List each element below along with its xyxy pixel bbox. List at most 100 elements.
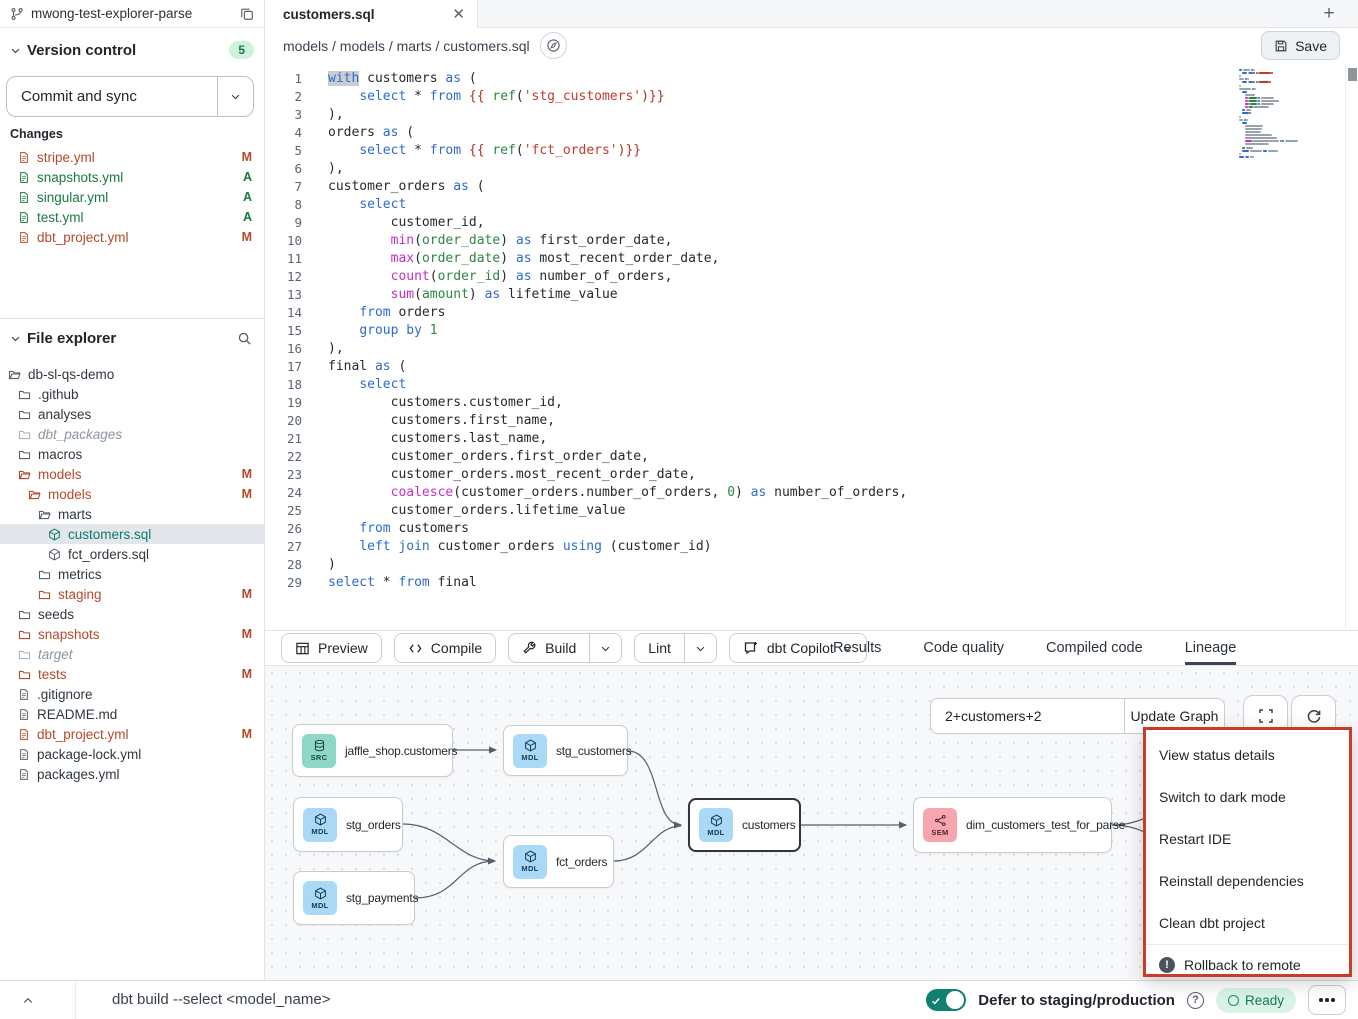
code-line-10[interactable]: 10 min(order_date) as first_order_date,: [265, 232, 907, 250]
tree-item-db-sl-qs-demo[interactable]: db-sl-qs-demo: [0, 364, 264, 384]
code-line-8[interactable]: 8 select: [265, 196, 907, 214]
scrollbar-thumb[interactable]: [1348, 68, 1357, 81]
graph-search-input[interactable]: 2+customers+2: [931, 699, 1124, 733]
commit-options-chevron[interactable]: [217, 77, 253, 116]
tree-item-packages.yml[interactable]: packages.yml: [0, 764, 264, 784]
code-line-6[interactable]: 6),: [265, 160, 907, 178]
code-line-2[interactable]: 2 select * from {{ ref('stg_customers')}…: [265, 88, 907, 106]
commit-and-sync-button[interactable]: Commit and sync: [6, 76, 254, 117]
code-line-11[interactable]: 11 max(order_date) as most_recent_order_…: [265, 250, 907, 268]
code-line-19[interactable]: 19 customers.customer_id,: [265, 394, 907, 412]
changed-file-stripe.yml[interactable]: stripe.ymlM: [0, 147, 264, 167]
compile-button[interactable]: Compile: [394, 633, 496, 663]
code-line-28[interactable]: 28): [265, 556, 907, 574]
tree-item-.gitignore[interactable]: .gitignore: [0, 684, 264, 704]
lineage-node-fct_orders[interactable]: MDLfct_orders: [503, 835, 614, 888]
copy-icon[interactable]: [240, 7, 254, 21]
code-line-22[interactable]: 22 customer_orders.first_order_date,: [265, 448, 907, 466]
tree-item-target[interactable]: target: [0, 644, 264, 664]
tab-customers-sql[interactable]: customers.sql ✕: [265, 0, 478, 28]
tree-item-dbt_project.yml[interactable]: dbt_project.ymlM: [0, 724, 264, 744]
defer-toggle[interactable]: [926, 989, 966, 1011]
status-badge[interactable]: Ready: [1216, 988, 1296, 1013]
tree-item-README.md[interactable]: README.md: [0, 704, 264, 724]
code-line-13[interactable]: 13 sum(amount) as lifetime_value: [265, 286, 907, 304]
code-line-15[interactable]: 15 group by 1: [265, 322, 907, 340]
tree-item-dbt_packages[interactable]: dbt_packages: [0, 424, 264, 444]
code-line-25[interactable]: 25 customer_orders.lifetime_value: [265, 502, 907, 520]
code-line-27[interactable]: 27 left join customer_orders using (cust…: [265, 538, 907, 556]
tree-item-package-lock.yml[interactable]: package-lock.yml: [0, 744, 264, 764]
tree-item-customers.sql[interactable]: customers.sql: [0, 524, 264, 544]
close-icon[interactable]: ✕: [452, 7, 465, 22]
code-line-24[interactable]: 24 coalesce(customer_orders.number_of_or…: [265, 484, 907, 502]
dropdown-chevron[interactable]: [684, 634, 716, 662]
code-line-29[interactable]: 29select * from final: [265, 574, 907, 592]
tab-code-quality[interactable]: Code quality: [923, 631, 1004, 665]
lineage-node-dim_customers_test_for_parse[interactable]: SEMdim_customers_test_for_parse: [913, 797, 1112, 853]
tree-item-fct_orders.sql[interactable]: fct_orders.sql: [0, 544, 264, 564]
file-explorer-header[interactable]: File explorer: [0, 326, 264, 350]
editor-scrollbar[interactable]: [1345, 63, 1358, 630]
tree-item-macros[interactable]: macros: [0, 444, 264, 464]
menu-item-clean-dbt-project[interactable]: Clean dbt project: [1146, 902, 1349, 944]
preview-button[interactable]: Preview: [281, 633, 382, 663]
code-line-18[interactable]: 18 select: [265, 376, 907, 394]
tree-item-marts[interactable]: marts: [0, 504, 264, 524]
changed-file-snapshots.yml[interactable]: snapshots.ymlA: [0, 167, 264, 187]
tree-item-snapshots[interactable]: snapshotsM: [0, 624, 264, 644]
tree-item-metrics[interactable]: metrics: [0, 564, 264, 584]
tree-item-analyses[interactable]: analyses: [0, 404, 264, 424]
build-button[interactable]: Build: [508, 633, 622, 663]
tree-item-models[interactable]: modelsM: [0, 484, 264, 504]
code-line-7[interactable]: 7customer_orders as (: [265, 178, 907, 196]
help-icon[interactable]: ?: [1187, 992, 1204, 1009]
tab-lineage[interactable]: Lineage: [1185, 631, 1237, 665]
tab-compiled-code[interactable]: Compiled code: [1046, 631, 1143, 665]
code-line-17[interactable]: 17final as (: [265, 358, 907, 376]
code-line-3[interactable]: 3),: [265, 106, 907, 124]
menu-item-view-status-details[interactable]: View status details: [1146, 734, 1349, 776]
version-control-header[interactable]: Version control 5: [0, 38, 264, 62]
menu-item-rollback-to-remote[interactable]: !Rollback to remote: [1146, 944, 1349, 984]
code-line-14[interactable]: 14 from orders: [265, 304, 907, 322]
chevron-up-icon[interactable]: [16, 989, 40, 1013]
minimap[interactable]: [1237, 69, 1332, 189]
lineage-node-stg_payments[interactable]: MDLstg_payments: [293, 871, 415, 925]
code-line-9[interactable]: 9 customer_id,: [265, 214, 907, 232]
tree-item-models[interactable]: modelsM: [0, 464, 264, 484]
code-line-26[interactable]: 26 from customers: [265, 520, 907, 538]
code-line-20[interactable]: 20 customers.first_name,: [265, 412, 907, 430]
lineage-node-jaffle_shop.customers[interactable]: SRCjaffle_shop.customers: [292, 724, 453, 777]
code-line-5[interactable]: 5 select * from {{ ref('fct_orders')}}: [265, 142, 907, 160]
changed-file-test.yml[interactable]: test.ymlA: [0, 207, 264, 227]
changed-file-singular.yml[interactable]: singular.ymlA: [0, 187, 264, 207]
search-icon[interactable]: [237, 331, 252, 346]
code-line-4[interactable]: 4orders as (: [265, 124, 907, 142]
lineage-node-stg_customers[interactable]: MDLstg_customers: [503, 725, 628, 776]
tree-item-seeds[interactable]: seeds: [0, 604, 264, 624]
lineage-node-stg_orders[interactable]: MDLstg_orders: [293, 797, 403, 852]
lint-button[interactable]: Lint: [634, 633, 717, 663]
changed-file-dbt_project.yml[interactable]: dbt_project.ymlM: [0, 227, 264, 247]
more-options-button[interactable]: [1308, 985, 1346, 1015]
tree-item-staging[interactable]: stagingM: [0, 584, 264, 604]
new-tab-button[interactable]: +: [1314, 1, 1344, 27]
code-line-12[interactable]: 12 count(order_id) as number_of_orders,: [265, 268, 907, 286]
dropdown-chevron[interactable]: [589, 634, 621, 662]
tree-item-.github[interactable]: .github: [0, 384, 264, 404]
save-button[interactable]: Save: [1261, 31, 1340, 60]
code-line-23[interactable]: 23 customer_orders.most_recent_order_dat…: [265, 466, 907, 484]
lineage-node-customers[interactable]: MDLcustomers: [688, 798, 801, 852]
menu-item-reinstall-dependencies[interactable]: Reinstall dependencies: [1146, 860, 1349, 902]
code-line-16[interactable]: 16),: [265, 340, 907, 358]
command-input[interactable]: dbt build --select <model_name>: [112, 991, 330, 1008]
code-editor[interactable]: 1with customers as (2 select * from {{ r…: [265, 63, 1358, 630]
tab-results[interactable]: Results: [833, 631, 881, 665]
compass-icon[interactable]: [540, 32, 567, 59]
tree-item-tests[interactable]: testsM: [0, 664, 264, 684]
menu-item-restart-ide[interactable]: Restart IDE: [1146, 818, 1349, 860]
code-line-21[interactable]: 21 customers.last_name,: [265, 430, 907, 448]
code-line-1[interactable]: 1with customers as (: [265, 70, 907, 88]
menu-item-switch-to-dark-mode[interactable]: Switch to dark mode: [1146, 776, 1349, 818]
